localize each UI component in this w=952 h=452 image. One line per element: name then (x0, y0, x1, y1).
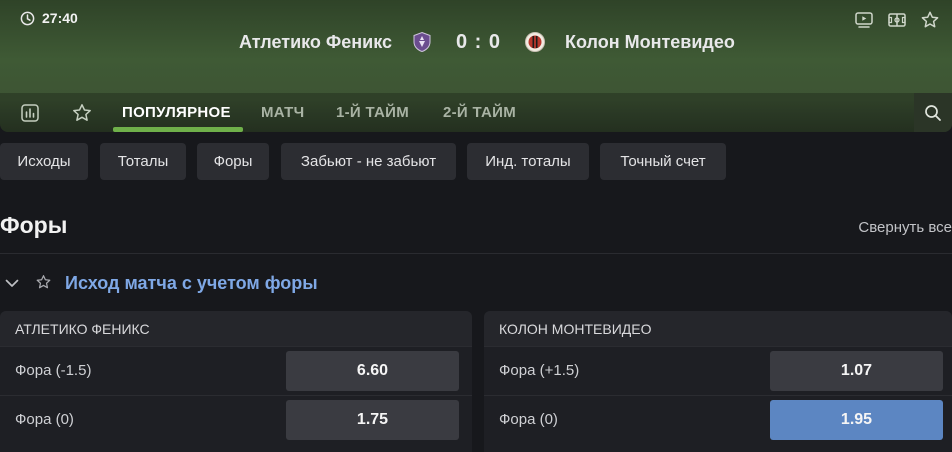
odds-row: Фора (0) 1.95 (484, 395, 952, 444)
card-header: АТЛЕТИКО ФЕНИКС (0, 311, 472, 346)
match-header: 27:40 Атлетико Феникс 0 : 0 Колон Монтев… (0, 0, 952, 132)
favorites-tab-star-icon[interactable] (70, 101, 94, 125)
odds-row-label: Фора (+1.5) (499, 362, 580, 379)
match-timer: 27:40 (20, 10, 78, 26)
section-title: Форы (0, 212, 68, 238)
odds-row-label: Фора (-1.5) (15, 362, 92, 379)
chip-individual-totals[interactable]: Инд. тоталы (467, 143, 589, 180)
market-header[interactable]: Исход матча с учетом форы (0, 272, 952, 296)
handicap-card-home: АТЛЕТИКО ФЕНИКС Фора (-1.5) 6.60 Фора (0… (0, 311, 472, 452)
tab-match[interactable]: МАТЧ (261, 104, 304, 121)
away-team-logo (525, 32, 545, 52)
home-team-logo (413, 31, 431, 53)
chip-outcomes[interactable]: Исходы (0, 143, 88, 180)
odd-button-selected[interactable]: 1.95 (770, 400, 943, 440)
odds-row: Фора (+1.5) 1.07 (484, 346, 952, 395)
card-header: КОЛОН МОНТЕВИДЕО (484, 311, 952, 346)
chevron-down-icon[interactable] (4, 275, 20, 291)
collapse-all-button[interactable]: Свернуть все (858, 219, 952, 236)
header-actions (853, 9, 940, 30)
video-icon[interactable] (853, 9, 874, 30)
scoreline: Атлетико Феникс 0 : 0 Колон Монтевидео (0, 30, 952, 56)
odds-row-label: Фора (0) (15, 411, 74, 428)
tab-first-half[interactable]: 1-Й ТАЙМ (336, 104, 409, 121)
chip-exact-score[interactable]: Точный счет (600, 143, 726, 180)
tab-second-half[interactable]: 2-Й ТАЙМ (443, 104, 516, 121)
tab-popular[interactable]: ПОПУЛЯРНОЕ (122, 104, 231, 121)
chip-totals[interactable]: Тоталы (100, 143, 186, 180)
divider (0, 253, 952, 254)
handicap-card-away: КОЛОН МОНТЕВИДЕО Фора (+1.5) 1.07 Фора (… (484, 311, 952, 452)
search-icon (925, 104, 941, 121)
odds-row: Фора (0) 1.75 (0, 395, 472, 444)
odds-row-label: Фора (0) (499, 411, 558, 428)
away-team-name: Колон Монтевидео (565, 32, 735, 52)
market-favorite-star-icon[interactable] (35, 274, 52, 291)
odd-button[interactable]: 1.07 (770, 351, 943, 391)
favorite-star-icon[interactable] (919, 9, 940, 30)
search-button[interactable] (914, 93, 952, 132)
timer-value: 27:40 (42, 10, 78, 26)
chip-handicaps[interactable]: Форы (197, 143, 269, 180)
odd-button[interactable]: 1.75 (286, 400, 459, 440)
field-icon[interactable] (886, 9, 907, 30)
match-score: 0 : 0 (456, 31, 502, 53)
chip-both-score[interactable]: Забьют - не забьют (281, 143, 456, 180)
odds-row: Фора (-1.5) 6.60 (0, 346, 472, 395)
clock-icon (20, 11, 35, 25)
active-tab-indicator (113, 127, 243, 132)
stats-icon[interactable] (18, 101, 42, 125)
odd-button[interactable]: 6.60 (286, 351, 459, 391)
home-team-name: Атлетико Феникс (238, 32, 392, 52)
market-title: Исход матча с учетом форы (65, 273, 318, 293)
